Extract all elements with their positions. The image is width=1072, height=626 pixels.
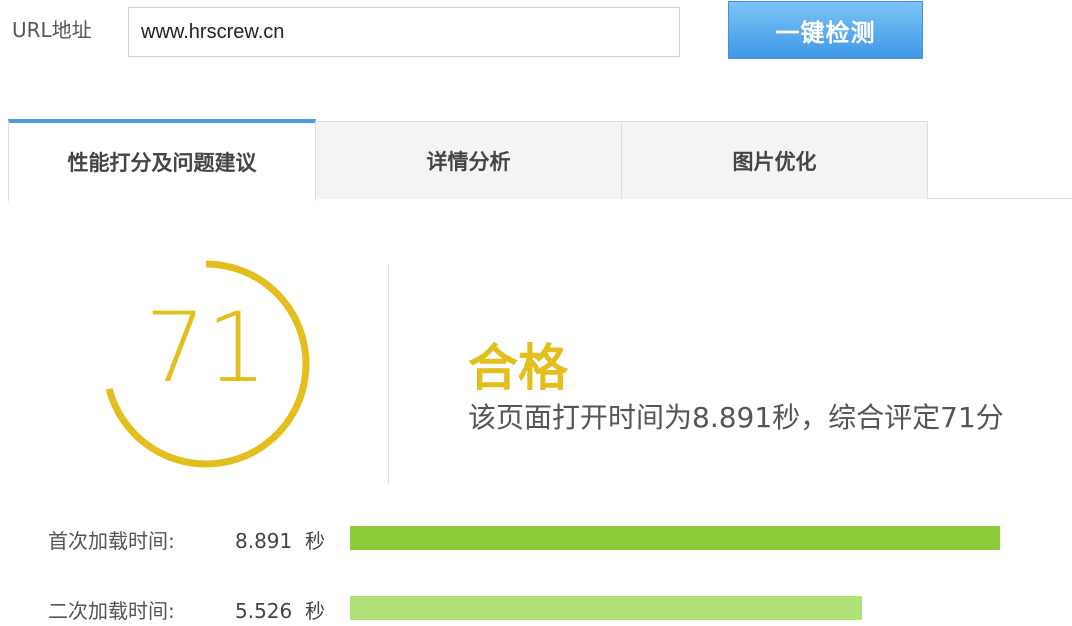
second-load-unit: 秒 (304, 599, 325, 623)
url-label: URL地址 (12, 18, 92, 42)
first-load-label: 首次加载时间: (48, 529, 175, 553)
second-load-bar (350, 596, 1000, 620)
speed-test-page: URL地址 一键检测 性能打分及问题建议 详情分析 图片优化 71 合格 该页面… (0, 0, 1072, 626)
first-load-value: 8.891 秒 (235, 525, 325, 554)
check-button[interactable]: 一键检测 (728, 1, 923, 59)
grade-label: 合格 (468, 339, 568, 397)
url-input[interactable] (128, 7, 680, 57)
second-load-bar-fill (350, 596, 862, 620)
vertical-divider (388, 264, 389, 484)
second-load-number: 5.526 (235, 599, 293, 623)
tab-performance-score[interactable]: 性能打分及问题建议 (8, 119, 316, 201)
score-summary: 该页面打开时间为8.891秒，综合评定71分 (468, 401, 1004, 434)
second-load-value: 5.526 秒 (235, 595, 325, 624)
score-value: 71 (144, 292, 268, 404)
tab-detail-analysis[interactable]: 详情分析 (315, 121, 622, 199)
first-load-number: 8.891 (235, 529, 293, 553)
first-load-unit: 秒 (304, 529, 325, 553)
first-load-bar (350, 526, 1000, 550)
first-load-bar-fill (350, 526, 1000, 550)
tab-image-optimization[interactable]: 图片优化 (621, 121, 928, 199)
second-load-label: 二次加载时间: (48, 599, 175, 623)
